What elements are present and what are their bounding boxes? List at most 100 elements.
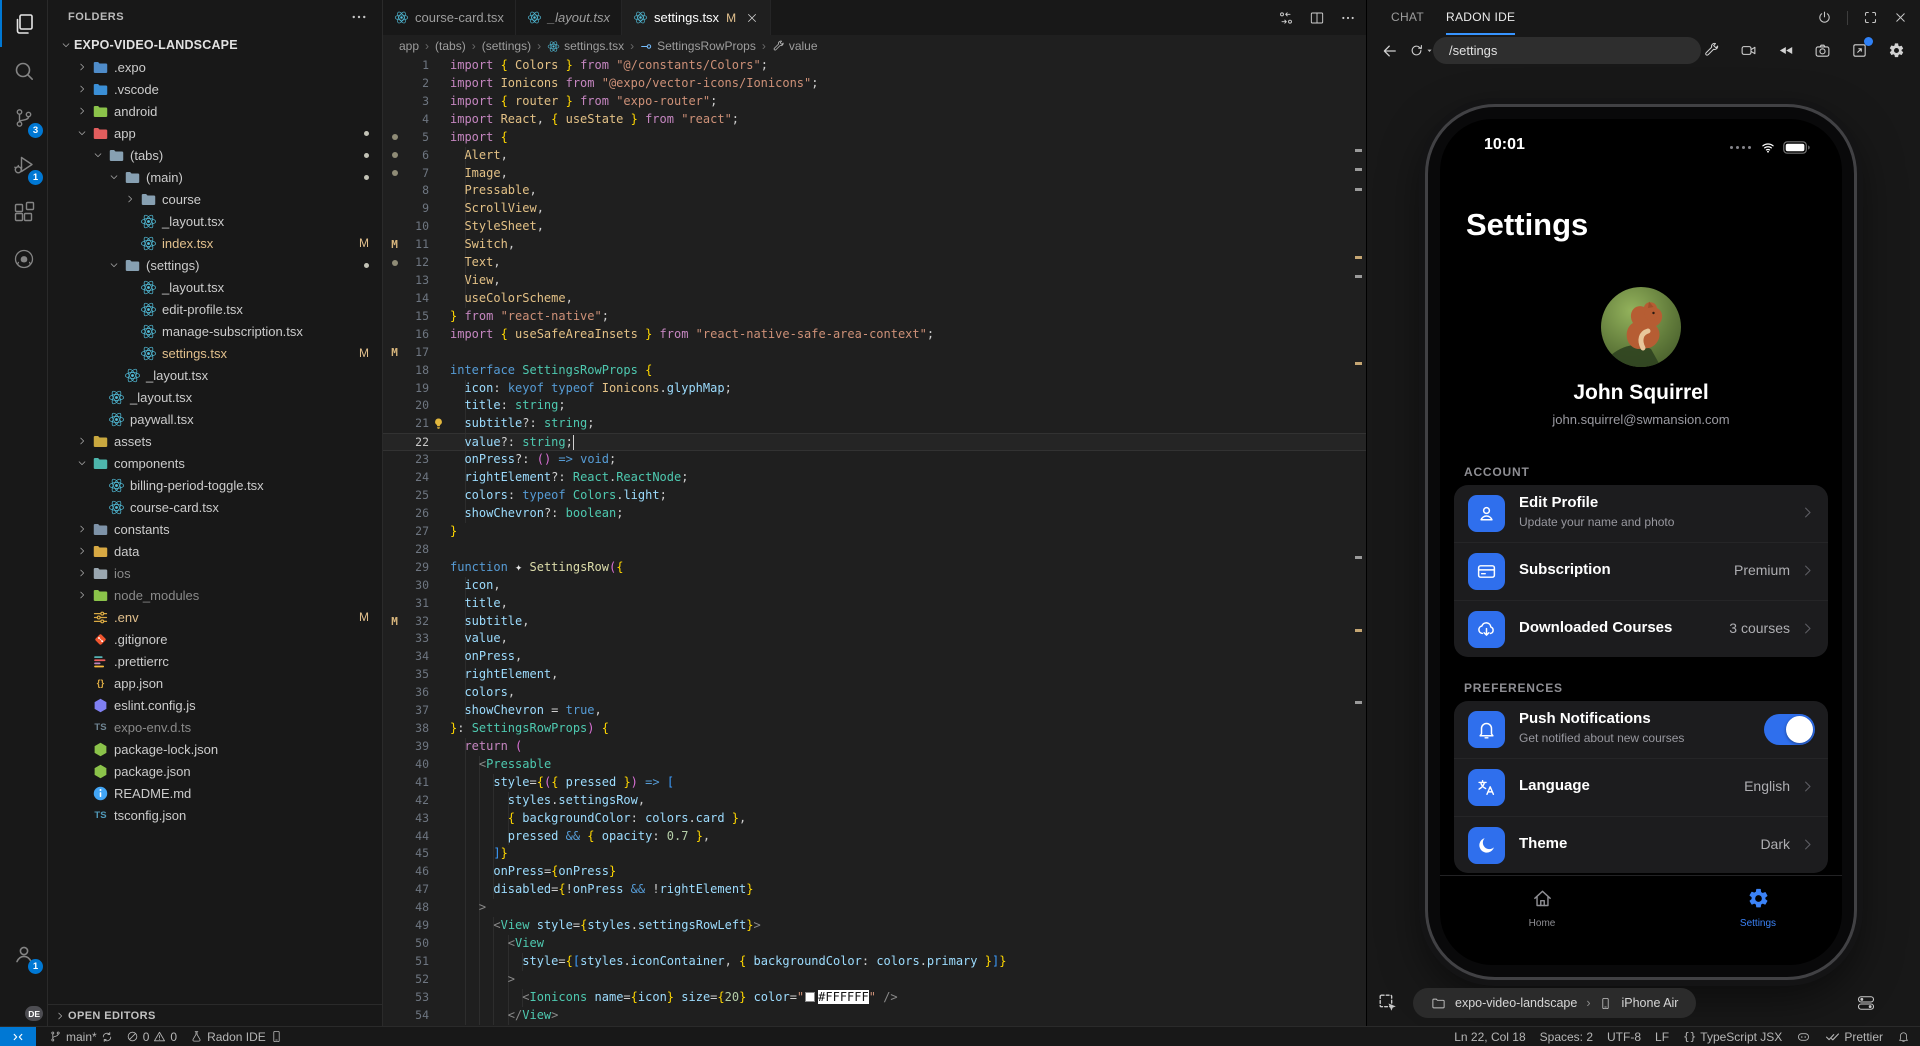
video-button[interactable]: [1735, 37, 1762, 64]
tree-item-course-card-tsx[interactable]: course-card.tsx: [48, 496, 382, 518]
settings-row-subscription[interactable]: Subscription Premium: [1454, 542, 1828, 599]
tree-item--expo[interactable]: .expo: [48, 56, 382, 78]
editor-tab-course-card-tsx[interactable]: course-card.tsx: [383, 0, 516, 35]
tree-item-data[interactable]: data: [48, 540, 382, 562]
tree-item-course[interactable]: course: [48, 188, 382, 210]
radon-ide-status[interactable]: Radon IDE: [190, 1030, 283, 1044]
tree-item--settings-[interactable]: (settings): [48, 254, 382, 276]
tree-item-constants[interactable]: constants: [48, 518, 382, 540]
git-branch[interactable]: main*: [49, 1030, 113, 1044]
tree-item-index-tsx[interactable]: index.tsxM: [48, 232, 382, 254]
avatar[interactable]: [1601, 287, 1681, 367]
tree-item--env[interactable]: .envM: [48, 606, 382, 628]
tree-item-package-json[interactable]: package.json: [48, 760, 382, 782]
copilot-status[interactable]: [1796, 1029, 1811, 1044]
activitybar-github[interactable]: [0, 235, 47, 282]
activitybar-search[interactable]: [0, 47, 47, 94]
tree-item-app-json[interactable]: {}app.json: [48, 672, 382, 694]
frame-icon[interactable]: [1863, 10, 1878, 25]
tools-button[interactable]: [1698, 37, 1725, 64]
breadcrumb-item[interactable]: settings.tsx: [547, 39, 624, 53]
tree-item--main-[interactable]: (main): [48, 166, 382, 188]
url-bar[interactable]: /settings: [1433, 37, 1701, 64]
inspect-icon[interactable]: [1377, 992, 1399, 1014]
tree-item--tabs-[interactable]: (tabs): [48, 144, 382, 166]
tree-item-android[interactable]: android: [48, 100, 382, 122]
tree-item-paywall-tsx[interactable]: paywall.tsx: [48, 408, 382, 430]
activitybar-explorer[interactable]: [0, 0, 47, 47]
tree-item-tsconfig-json[interactable]: TStsconfig.json: [48, 804, 382, 826]
devtool-button[interactable]: [1846, 37, 1873, 64]
panel-tab-radon-ide[interactable]: RADON IDE: [1446, 0, 1515, 35]
editor-tab--layout-tsx[interactable]: _layout.tsx: [516, 0, 622, 35]
close-icon[interactable]: [1893, 10, 1908, 25]
notifications-bell[interactable]: [1897, 1030, 1910, 1043]
settings-row-downloaded-courses[interactable]: Downloaded Courses 3 courses: [1454, 600, 1828, 657]
eol[interactable]: LF: [1655, 1030, 1669, 1044]
close-icon[interactable]: [745, 11, 759, 25]
lightbulb-icon[interactable]: [432, 417, 445, 430]
code-editor[interactable]: 1import { Colors } from "@/constants/Col…: [383, 57, 1366, 1026]
language-mode[interactable]: {}TypeScript JSX: [1683, 1030, 1782, 1044]
tree-item-edit-profile-tsx[interactable]: edit-profile.tsx: [48, 298, 382, 320]
tree-item--layout-tsx[interactable]: _layout.tsx: [48, 276, 382, 298]
settings-row-theme[interactable]: Theme Dark: [1454, 816, 1828, 873]
tree-item-package-lock-json[interactable]: package-lock.json: [48, 738, 382, 760]
phone-tab-settings[interactable]: Settings: [1716, 887, 1800, 929]
device-selector[interactable]: expo-video-landscape › iPhone Air: [1413, 988, 1696, 1018]
reload-button[interactable]: [1409, 43, 1434, 58]
tree-item--layout-tsx[interactable]: _layout.tsx: [48, 364, 382, 386]
panel-tab-chat[interactable]: CHAT: [1391, 0, 1424, 35]
camera-button[interactable]: [1809, 37, 1836, 64]
breadcrumb-item[interactable]: (settings): [482, 39, 531, 53]
tree-item-ios[interactable]: ios: [48, 562, 382, 584]
tree-item-node-modules[interactable]: node_modules: [48, 584, 382, 606]
rewind-button[interactable]: [1772, 37, 1799, 64]
encoding[interactable]: UTF-8: [1607, 1030, 1641, 1044]
tree-item-components[interactable]: components: [48, 452, 382, 474]
more-actions-icon[interactable]: [350, 8, 368, 26]
tree-item--layout-tsx[interactable]: _layout.tsx: [48, 210, 382, 232]
settings-row-push-notifications[interactable]: Push Notifications Get notified about ne…: [1454, 701, 1828, 758]
tree-item-readme-md[interactable]: README.md: [48, 782, 382, 804]
settings-row-edit-profile[interactable]: Edit Profile Update your name and photo: [1454, 485, 1828, 542]
activitybar-run-debug[interactable]: 1: [0, 141, 47, 188]
breadcrumb-item[interactable]: value: [772, 39, 818, 53]
settings-row-language[interactable]: Language English: [1454, 758, 1828, 815]
tree-item--gitignore[interactable]: .gitignore: [48, 628, 382, 650]
more-icon[interactable]: [1340, 10, 1356, 26]
breadcrumb-item[interactable]: app: [399, 39, 419, 53]
activitybar-settings[interactable]: DE: [0, 977, 47, 1024]
tree-item-expo-video-landscape[interactable]: EXPO-VIDEO-LANDSCAPE: [48, 34, 382, 56]
split-icon[interactable]: [1309, 10, 1325, 26]
compare-icon[interactable]: [1278, 10, 1294, 26]
tree-item-expo-env-d-ts[interactable]: TSexpo-env.d.ts: [48, 716, 382, 738]
tree-item-settings-tsx[interactable]: settings.tsxM: [48, 342, 382, 364]
push-notifications-toggle[interactable]: [1764, 714, 1815, 745]
tree-item--prettierrc[interactable]: .prettierrc: [48, 650, 382, 672]
back-icon[interactable]: [1381, 42, 1399, 60]
phone-screen[interactable]: 10:01 Settings John Squirrel john.squirr…: [1440, 119, 1842, 965]
breadcrumb-item[interactable]: SettingsRowProps: [640, 39, 756, 53]
remote-indicator[interactable]: [0, 1027, 36, 1046]
editor-tab-settings-tsx[interactable]: settings.tsx M: [622, 0, 771, 35]
tree-item--vscode[interactable]: .vscode: [48, 78, 382, 100]
problems[interactable]: 00: [126, 1030, 177, 1044]
cursor-position[interactable]: Ln 22, Col 18: [1454, 1030, 1525, 1044]
activitybar-account[interactable]: 1: [0, 930, 47, 977]
gear-button[interactable]: [1883, 37, 1910, 64]
tree-item-assets[interactable]: assets: [48, 430, 382, 452]
tree-item-eslint-config-js[interactable]: eslint.config.js: [48, 694, 382, 716]
tree-item-billing-period-toggle-tsx[interactable]: billing-period-toggle.tsx: [48, 474, 382, 496]
device-settings-icon[interactable]: [1856, 993, 1876, 1013]
breadcrumb-item[interactable]: (tabs): [435, 39, 466, 53]
tree-item--layout-tsx[interactable]: _layout.tsx: [48, 386, 382, 408]
prettier-status[interactable]: Prettier: [1825, 1029, 1883, 1044]
indentation[interactable]: Spaces: 2: [1540, 1030, 1593, 1044]
activitybar-source-control[interactable]: 3: [0, 94, 47, 141]
power-icon[interactable]: [1817, 10, 1832, 25]
open-editors-section[interactable]: OPEN EDITORS: [48, 1004, 382, 1026]
phone-tab-home[interactable]: Home: [1500, 887, 1584, 929]
tree-item-app[interactable]: app: [48, 122, 382, 144]
activitybar-extensions[interactable]: [0, 188, 47, 235]
